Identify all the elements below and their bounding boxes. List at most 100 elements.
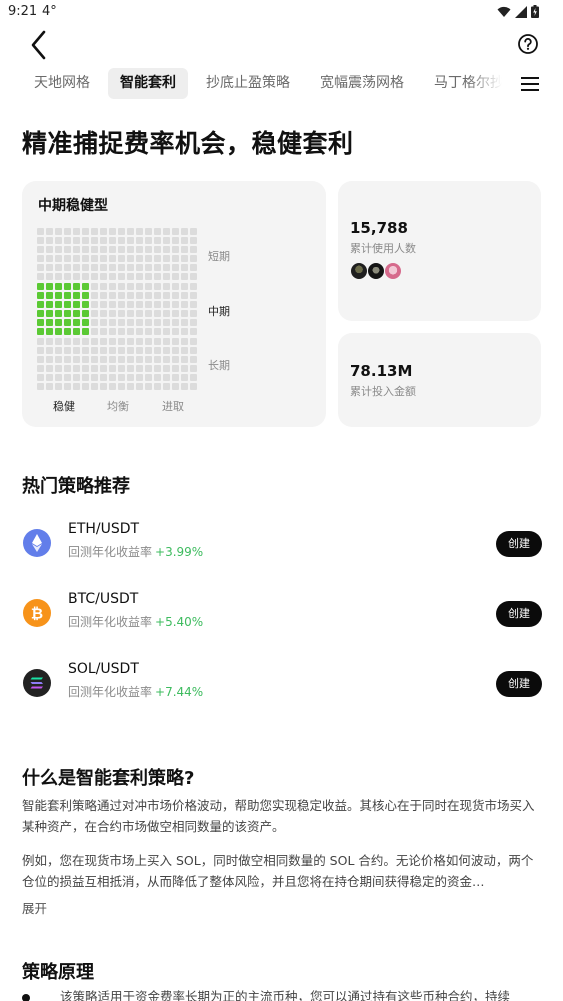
invested-label: 累计投入金额 xyxy=(350,385,416,398)
yield-label: 回测年化收益率 xyxy=(68,615,153,629)
matrix-square xyxy=(136,328,143,335)
matrix-square xyxy=(163,347,170,354)
matrix-square xyxy=(82,237,89,244)
matrix-square xyxy=(100,283,107,290)
matrix-square xyxy=(163,228,170,235)
risk-cell-长期-均衡[interactable] xyxy=(91,338,145,392)
matrix-square xyxy=(37,228,44,235)
matrix-square xyxy=(154,338,161,345)
matrix-square xyxy=(145,264,152,271)
risk-cell-长期-稳健[interactable] xyxy=(37,338,91,392)
matrix-square xyxy=(118,328,125,335)
matrix-square xyxy=(190,383,197,390)
risk-cell-短期-进取[interactable] xyxy=(145,228,199,282)
matrix-square xyxy=(118,347,125,354)
expand-link[interactable]: 展开 xyxy=(22,898,47,917)
pair-yield-line: 回测年化收益率 +7.44% xyxy=(68,683,203,700)
yield-value: +7.44% xyxy=(155,685,204,699)
matrix-square xyxy=(145,374,152,381)
matrix-square xyxy=(46,301,53,308)
matrix-square xyxy=(46,374,53,381)
matrix-square xyxy=(64,273,71,280)
matrix-square xyxy=(37,237,44,244)
tab-scroll[interactable]: 天地网格智能套利抄底止盈策略宽幅震荡网格马丁格尔抄底 xyxy=(22,68,502,102)
matrix-square xyxy=(109,255,116,262)
matrix-square xyxy=(172,273,179,280)
risk-cell-中期-进取[interactable] xyxy=(145,283,199,337)
matrix-square xyxy=(100,310,107,317)
matrix-square xyxy=(163,246,170,253)
tab-dip-take-profit[interactable]: 抄底止盈策略 xyxy=(194,68,302,99)
create-button-sol[interactable]: 创建 xyxy=(496,671,542,697)
col-label-conservative: 稳健 xyxy=(53,400,75,413)
matrix-square xyxy=(46,237,53,244)
matrix-square xyxy=(73,365,80,372)
help-button[interactable] xyxy=(517,33,539,55)
matrix-square xyxy=(118,374,125,381)
matrix-square xyxy=(46,273,53,280)
yield-label: 回测年化收益率 xyxy=(68,545,153,559)
menu-button[interactable] xyxy=(521,76,539,92)
matrix-square xyxy=(190,264,197,271)
pair-yield-line: 回测年化收益率 +5.40% xyxy=(68,613,203,630)
matrix-square xyxy=(55,246,62,253)
matrix-square xyxy=(181,283,188,290)
about-paragraph-1: 智能套利策略通过对冲市场价格波动，帮助您实现稳定收益。其核心在于同时在现货市场买… xyxy=(22,798,535,834)
matrix-square xyxy=(37,365,44,372)
matrix-square xyxy=(163,319,170,326)
matrix-square xyxy=(163,301,170,308)
matrix-square xyxy=(82,246,89,253)
matrix-square xyxy=(91,319,98,326)
matrix-square xyxy=(163,356,170,363)
matrix-square xyxy=(64,356,71,363)
matrix-square xyxy=(172,246,179,253)
risk-cell-短期-均衡[interactable] xyxy=(91,228,145,282)
yield-value: +3.99% xyxy=(155,545,204,559)
matrix-square xyxy=(154,365,161,372)
risk-cell-中期-均衡[interactable] xyxy=(91,283,145,337)
risk-cell-长期-进取[interactable] xyxy=(145,338,199,392)
back-button[interactable] xyxy=(26,28,54,62)
matrix-square xyxy=(37,255,44,262)
strategy-row-sol[interactable]: SOL/USDT 回测年化收益率 +7.44% 创建 xyxy=(22,659,542,709)
tab-tiandi-grid[interactable]: 天地网格 xyxy=(22,68,102,99)
matrix-square xyxy=(163,264,170,271)
matrix-square xyxy=(172,255,179,262)
matrix-square xyxy=(163,328,170,335)
matrix-square xyxy=(172,228,179,235)
matrix-square xyxy=(100,365,107,372)
risk-cell-中期-稳健[interactable] xyxy=(37,283,91,337)
matrix-square xyxy=(190,338,197,345)
matrix-square xyxy=(37,383,44,390)
matrix-square xyxy=(91,347,98,354)
matrix-square xyxy=(46,228,53,235)
risk-profile-card[interactable]: 中期稳健型 短期 中期 长期 稳健 均衡 进取 xyxy=(22,181,326,427)
strategy-row-btc[interactable]: ₿ BTC/USDT 回测年化收益率 +5.40% 创建 xyxy=(22,589,542,639)
tab-wide-range-grid[interactable]: 宽幅震荡网格 xyxy=(308,68,416,99)
matrix-square xyxy=(127,255,134,262)
matrix-square xyxy=(172,301,179,308)
risk-profile-title: 中期稳健型 xyxy=(38,198,108,214)
matrix-square xyxy=(55,338,62,345)
matrix-square xyxy=(136,383,143,390)
tab-smart-arbitrage[interactable]: 智能套利 xyxy=(108,68,188,99)
matrix-square xyxy=(91,228,98,235)
status-time: 9:21 xyxy=(8,4,38,19)
matrix-square xyxy=(109,356,116,363)
matrix-square xyxy=(172,365,179,372)
matrix-square xyxy=(100,301,107,308)
matrix-square xyxy=(109,310,116,317)
matrix-square xyxy=(190,255,197,262)
matrix-square xyxy=(136,301,143,308)
matrix-square xyxy=(145,246,152,253)
matrix-square xyxy=(127,383,134,390)
matrix-square xyxy=(172,283,179,290)
create-button-btc[interactable]: 创建 xyxy=(496,601,542,627)
matrix-square xyxy=(64,338,71,345)
strategy-row-eth[interactable]: ETH/USDT 回测年化收益率 +3.99% 创建 xyxy=(22,519,542,569)
risk-cell-短期-稳健[interactable] xyxy=(37,228,91,282)
matrix-square xyxy=(64,347,71,354)
create-button-eth[interactable]: 创建 xyxy=(496,531,542,557)
matrix-square xyxy=(127,374,134,381)
matrix-square xyxy=(127,356,134,363)
